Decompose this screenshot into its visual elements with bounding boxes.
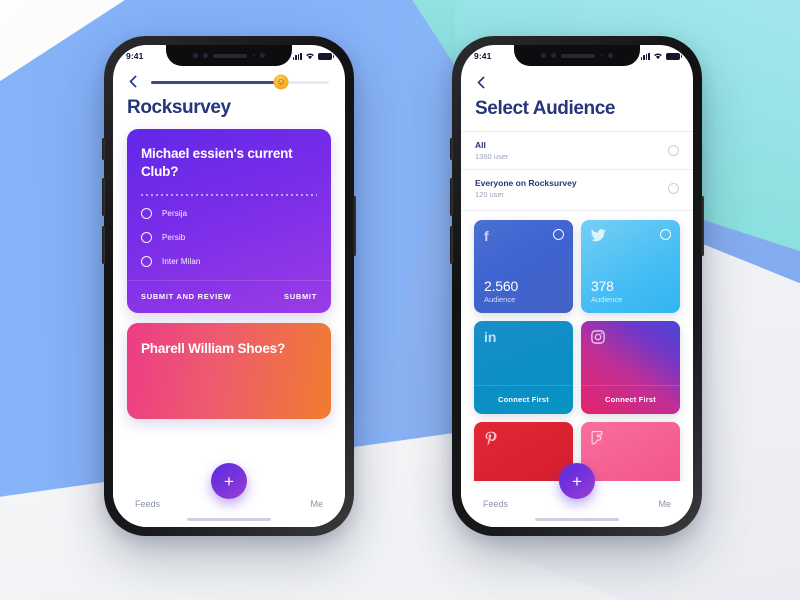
pinterest-icon — [484, 431, 563, 448]
social-tile-facebook[interactable]: f 2.560 Audience — [474, 220, 573, 313]
survey-card-question-2[interactable]: Pharell William Shoes? — [127, 322, 331, 419]
radio-button-icon[interactable] — [141, 207, 152, 219]
radio-button-icon[interactable] — [668, 183, 679, 194]
phone-volume-up-button[interactable] — [102, 178, 105, 216]
wifi-icon — [306, 53, 314, 60]
phone2-screen: 9:41 Select Audience All 1360 user Every… — [461, 45, 693, 527]
tab-me[interactable]: Me — [310, 499, 323, 509]
ambient-sensor-icon — [252, 54, 255, 57]
survey-option-row[interactable]: Inter Milan — [141, 255, 317, 267]
survey-option-row[interactable]: Persib — [141, 231, 317, 243]
phone-power-button[interactable] — [701, 196, 704, 256]
audience-count-value: 2.560 — [484, 278, 519, 294]
front-camera-icon — [541, 53, 546, 58]
phone-silent-switch[interactable] — [450, 138, 453, 160]
audience-row-everyone[interactable]: Everyone on Rocksurvey 120 user — [461, 169, 693, 207]
foursquare-icon — [591, 430, 670, 448]
face-id-sensor-icon — [551, 53, 556, 58]
radio-button-icon[interactable] — [668, 145, 679, 156]
audience-count: 1360 user — [475, 152, 509, 161]
audience-count-value: 378 — [591, 278, 614, 294]
phone-volume-down-button[interactable] — [102, 226, 105, 264]
phone-notch — [166, 45, 292, 66]
home-indicator[interactable] — [187, 517, 271, 521]
audience-name: Everyone on Rocksurvey — [475, 178, 577, 188]
radio-button-icon[interactable] — [553, 229, 564, 240]
submit-button[interactable]: SUBMIT — [284, 292, 317, 301]
earpiece-speaker — [561, 53, 595, 58]
survey-option-label: Inter Milan — [162, 256, 201, 266]
cellular-signal-icon — [640, 52, 650, 60]
proximity-sensor-icon — [260, 53, 265, 58]
radio-button-icon[interactable] — [141, 231, 152, 243]
status-icons — [292, 52, 335, 60]
battery-icon — [666, 52, 683, 60]
survey-option-row[interactable]: Persija — [141, 207, 317, 219]
battery-icon — [318, 52, 335, 60]
facebook-icon: f — [484, 228, 489, 244]
add-button[interactable]: + — [211, 463, 247, 499]
radio-button-icon[interactable] — [141, 255, 152, 267]
survey-progress-fill — [151, 80, 281, 84]
phone1-screen: 9:41 ☺ Rocksurvey Michael essien's curre… — [113, 45, 345, 527]
front-camera-icon — [193, 53, 198, 58]
survey-question-text: Pharell William Shoes? — [141, 340, 286, 356]
twitter-icon — [591, 229, 670, 244]
tile-stats: 378 Audience — [591, 278, 670, 304]
social-tile-instagram[interactable]: Connect First — [581, 321, 680, 414]
tile-stats: 2.560 Audience — [484, 278, 563, 304]
cellular-signal-icon — [292, 52, 302, 60]
submit-and-review-button[interactable]: SUBMIT AND REVIEW — [141, 292, 231, 301]
survey-card-question-1[interactable]: Michael essien's current Club? Persija P… — [127, 129, 331, 313]
tab-me[interactable]: Me — [658, 499, 671, 509]
back-chevron-icon[interactable] — [127, 75, 141, 89]
proximity-sensor-icon — [608, 53, 613, 58]
phone1-content: ☺ Rocksurvey Michael essien's current Cl… — [113, 67, 345, 527]
audience-count-label: Audience — [591, 295, 623, 304]
tab-feeds[interactable]: Feeds — [135, 499, 160, 509]
survey-option-label: Persija — [162, 208, 188, 218]
back-chevron-icon[interactable] — [475, 76, 489, 90]
audience-name: All — [475, 140, 486, 150]
status-icons — [640, 52, 683, 60]
survey-progress-thumb-emoji-icon[interactable]: ☺ — [273, 74, 289, 90]
phone-power-button[interactable] — [353, 196, 356, 256]
phone-mockup-audience: 9:41 Select Audience All 1360 user Every… — [450, 36, 704, 536]
status-time: 9:41 — [126, 51, 144, 61]
earpiece-speaker — [213, 53, 247, 58]
page-title: Select Audience — [475, 98, 616, 119]
phone-volume-up-button[interactable] — [450, 178, 453, 216]
tab-feeds[interactable]: Feeds — [483, 499, 508, 509]
audience-row-all[interactable]: All 1360 user — [461, 131, 693, 169]
face-id-sensor-icon — [203, 53, 208, 58]
survey-progress-slider[interactable]: ☺ — [151, 74, 329, 90]
phone-volume-down-button[interactable] — [450, 226, 453, 264]
radio-button-icon[interactable] — [660, 229, 671, 240]
instagram-icon — [591, 330, 670, 346]
connect-first-button[interactable]: Connect First — [581, 385, 680, 414]
phone-notch — [514, 45, 640, 66]
social-tile-linkedin[interactable]: in Connect First — [474, 321, 573, 414]
audience-count-label: Audience — [484, 295, 516, 304]
phone2-top-bar — [461, 67, 693, 90]
phone-silent-switch[interactable] — [102, 138, 105, 160]
page-title: Rocksurvey — [127, 97, 231, 118]
survey-question-text: Michael essien's current Club? — [141, 146, 293, 179]
phone-mockup-survey: 9:41 ☺ Rocksurvey Michael essien's curre… — [102, 36, 356, 536]
home-indicator[interactable] — [535, 517, 619, 521]
social-tile-twitter[interactable]: 378 Audience — [581, 220, 680, 313]
status-time: 9:41 — [474, 51, 492, 61]
survey-option-label: Persib — [162, 232, 186, 242]
wifi-icon — [654, 53, 662, 60]
add-button[interactable]: + — [559, 463, 595, 499]
phone1-top-bar: ☺ — [113, 67, 345, 90]
linkedin-icon: in — [484, 329, 497, 345]
ambient-sensor-icon — [600, 54, 603, 57]
phone2-content: Select Audience All 1360 user Everyone o… — [461, 67, 693, 527]
dotted-divider — [141, 193, 317, 196]
connect-first-button[interactable]: Connect First — [474, 385, 573, 414]
survey-card-actions: SUBMIT AND REVIEW SUBMIT — [127, 279, 331, 313]
audience-count: 120 user — [475, 190, 505, 199]
